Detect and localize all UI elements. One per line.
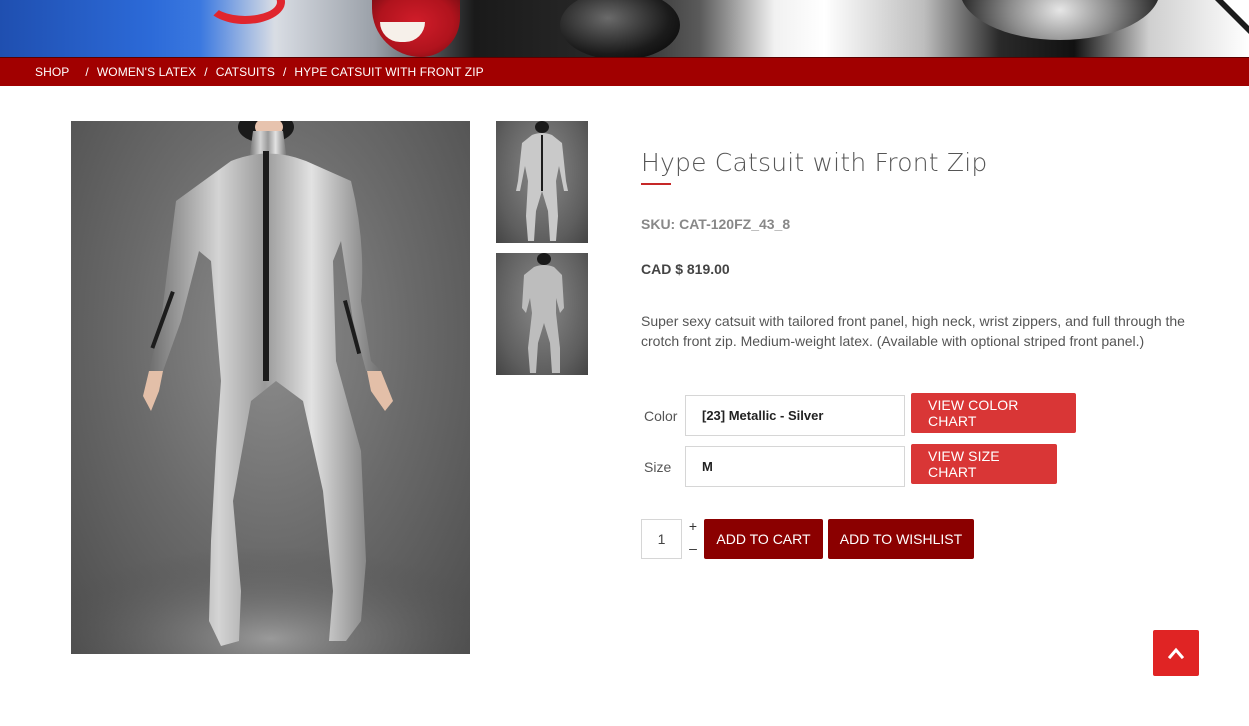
breadcrumb-womens-latex[interactable]: WOMEN'S LATEX — [97, 65, 196, 79]
brand-logo[interactable] — [205, 0, 285, 24]
color-label: Color — [644, 408, 678, 424]
size-label: Size — [644, 459, 672, 475]
quantity-input[interactable]: 1 — [641, 519, 682, 559]
breadcrumb-catsuits[interactable]: CATSUITS — [216, 65, 275, 79]
view-size-chart-button[interactable]: VIEW SIZE CHART — [911, 444, 1057, 484]
breadcrumb: SHOP / WOMEN'S LATEX / CATSUITS / HYPE C… — [0, 57, 1249, 86]
quantity-decrement-button[interactable]: – — [688, 540, 698, 556]
banner-image-visor — [560, 0, 680, 57]
breadcrumb-separator: / — [282, 65, 287, 79]
product-main-image[interactable] — [71, 121, 470, 654]
banner-image-sphere — [960, 0, 1160, 40]
breadcrumb-separator: / — [204, 65, 208, 79]
back-to-top-button[interactable] — [1153, 630, 1199, 676]
view-color-chart-button[interactable]: VIEW COLOR CHART — [911, 393, 1076, 433]
thumbnail-front-photo — [516, 121, 568, 241]
breadcrumb-shop[interactable]: SHOP — [35, 65, 69, 79]
product-thumbnail-front[interactable] — [496, 121, 588, 243]
size-select[interactable]: M — [685, 446, 905, 487]
product-title: Hype Catsuit with Front Zip — [641, 148, 988, 177]
add-to-wishlist-button[interactable]: ADD TO WISHLIST — [828, 519, 974, 559]
chevron-up-icon — [1168, 647, 1184, 659]
product-thumbnail-back[interactable] — [496, 253, 588, 375]
thumbnail-back-photo — [522, 253, 564, 373]
menu-corner-inner — [1223, 0, 1249, 26]
color-select[interactable]: [23] Metallic - Silver — [685, 395, 905, 436]
title-underline — [641, 183, 671, 185]
product-price: CAD $ 819.00 — [641, 261, 730, 277]
hero-banner — [0, 0, 1249, 57]
catsuit-photo — [71, 121, 470, 654]
product-sku: SKU: CAT-120FZ_43_8 — [641, 216, 791, 232]
add-to-cart-button[interactable]: ADD TO CART — [704, 519, 823, 559]
breadcrumb-separator: / — [85, 65, 89, 79]
breadcrumb-current-product[interactable]: HYPE CATSUIT WITH FRONT ZIP — [294, 65, 483, 79]
quantity-increment-button[interactable]: + — [688, 518, 698, 534]
product-description: Super sexy catsuit with tailored front p… — [641, 313, 1185, 349]
